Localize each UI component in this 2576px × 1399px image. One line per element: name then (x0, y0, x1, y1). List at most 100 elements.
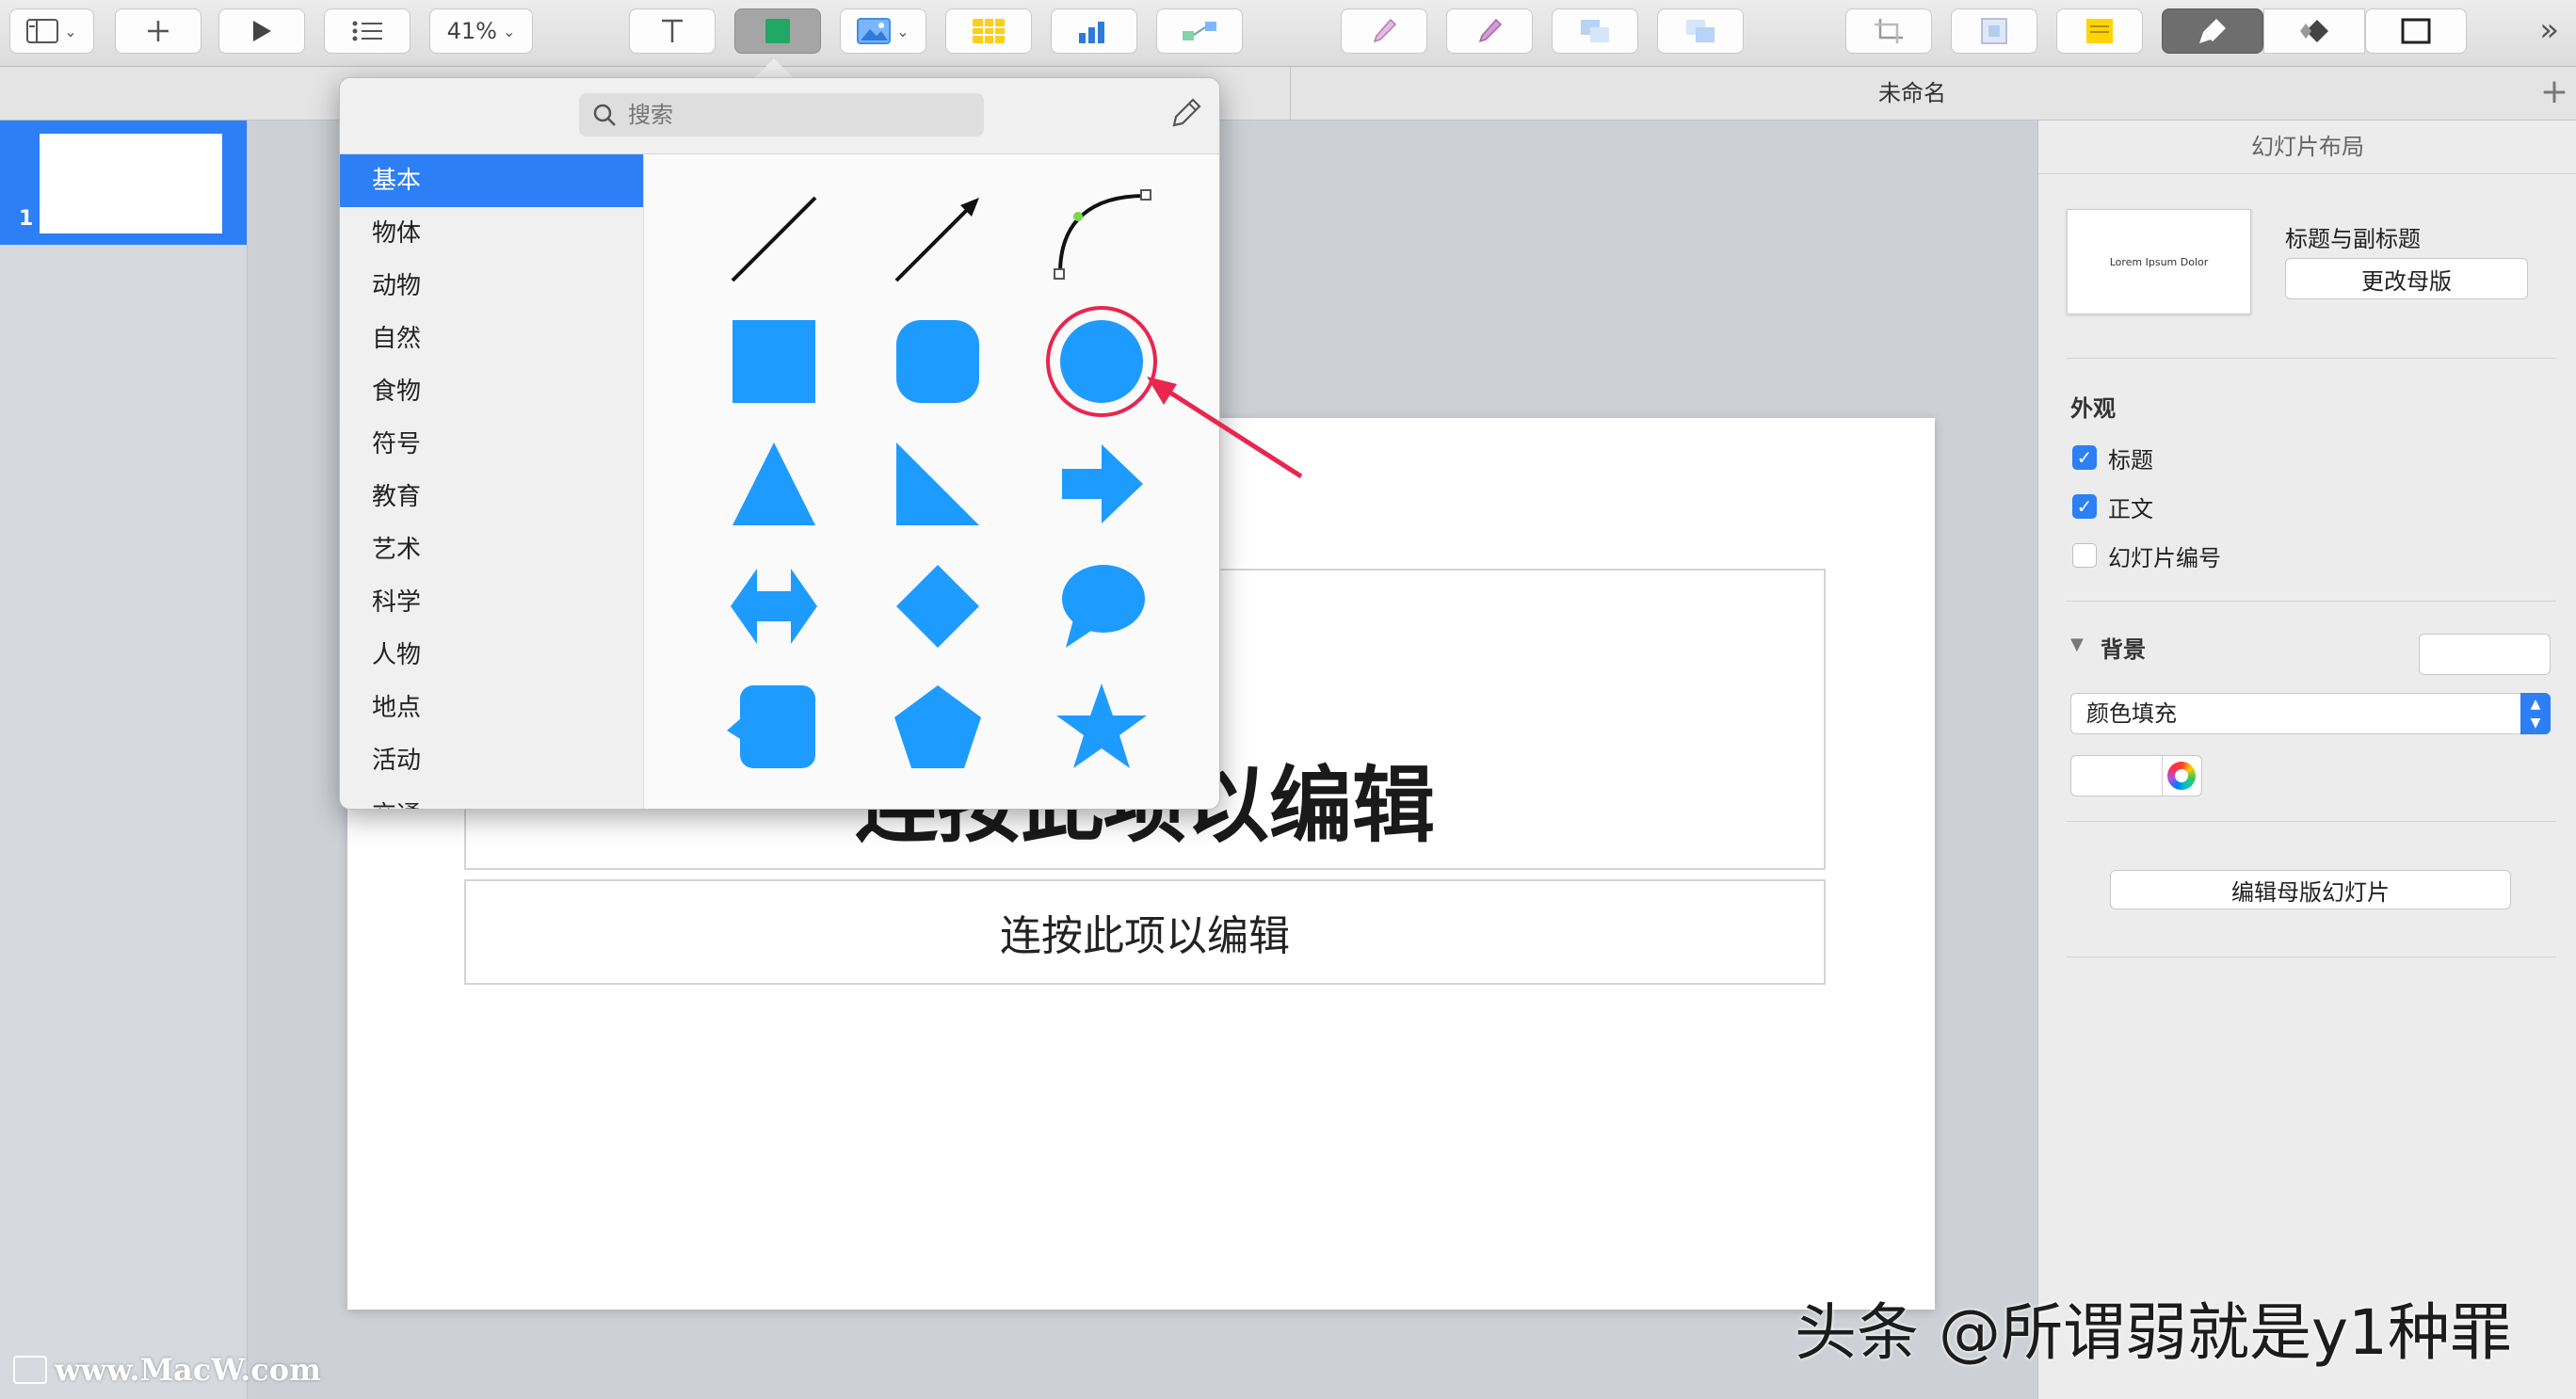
edit-master-slides-button[interactable]: 编辑母版幻灯片 (2110, 870, 2511, 909)
slide-number-checkbox[interactable]: ✓ (2072, 543, 2097, 568)
subtitle-placeholder-text: 连按此项以编辑 (1000, 912, 1290, 960)
body-checkbox-row[interactable]: ✓ 正文 (2072, 491, 2153, 523)
toolbar-overflow-icon[interactable]: » (2539, 11, 2559, 49)
shape-pentagon[interactable] (881, 672, 994, 785)
color-wheel-icon[interactable] (2167, 762, 2196, 790)
format-2-button[interactable] (1446, 8, 1533, 54)
play-button[interactable] (218, 8, 305, 54)
text-button[interactable] (629, 8, 716, 54)
shape-curve[interactable] (1045, 183, 1158, 296)
shape-speech-bubble[interactable] (1045, 550, 1158, 663)
format-1-button[interactable] (1341, 8, 1427, 54)
triangle-icon (733, 442, 815, 525)
speech-bubble-icon (1062, 565, 1145, 648)
comment-button[interactable] (2056, 8, 2143, 54)
view-menu-button[interactable]: ⌄ (9, 8, 94, 54)
zoom-select[interactable]: 41% ⌄ (429, 8, 533, 54)
crop-button[interactable] (1845, 8, 1932, 54)
media-button[interactable]: ⌄ (840, 8, 926, 54)
pen-icon (1172, 98, 1201, 127)
draw-with-pen-button[interactable] (1170, 97, 1202, 133)
right-triangle-icon (896, 442, 979, 525)
chart-button[interactable] (1051, 8, 1137, 54)
category-transportation[interactable]: 交通 (340, 787, 643, 809)
category-places[interactable]: 地点 (340, 682, 643, 734)
chevron-down-icon: ⌄ (64, 22, 77, 40)
shape-diamond[interactable] (881, 550, 994, 663)
shape-search-field[interactable] (579, 93, 984, 137)
category-food[interactable]: 食物 (340, 365, 643, 418)
fill-type-select[interactable]: 颜色填充 ▲ ▼ (2070, 693, 2551, 734)
eyedropper-icon (1373, 18, 1397, 43)
master-name: 标题与副标题 (2285, 226, 2421, 252)
send-backward-icon (1686, 20, 1715, 42)
shape-rounded-square[interactable] (881, 305, 994, 418)
crop-icon (1875, 19, 1903, 43)
table-button[interactable] (945, 8, 1032, 54)
animate-inspector-button[interactable] (2263, 8, 2365, 54)
body-checkbox[interactable]: ✓ (2072, 494, 2097, 519)
shape-button[interactable] (734, 8, 821, 54)
category-basic[interactable]: 基本 (340, 154, 643, 207)
arrow-line-icon (894, 198, 979, 282)
category-objects[interactable]: 物体 (340, 207, 643, 260)
category-nature[interactable]: 自然 (340, 313, 643, 365)
watermark-left: www.MacW.com (13, 1352, 321, 1388)
bring-forward-icon (1581, 20, 1609, 42)
category-animals[interactable]: 动物 (340, 260, 643, 313)
star-icon (1056, 683, 1147, 768)
shape-star[interactable] (1045, 672, 1158, 785)
subtitle-placeholder[interactable]: 连按此项以编辑 (464, 879, 1826, 985)
slide-number-checkbox-row[interactable]: ✓ 幻灯片编号 (2072, 540, 2221, 571)
popover-pointer (753, 58, 795, 79)
disclosure-triangle-icon[interactable]: ▼ (2070, 635, 2084, 654)
change-master-button[interactable]: 更改母版 (2285, 258, 2528, 299)
category-people[interactable]: 人物 (340, 629, 643, 682)
add-slide-button[interactable] (115, 8, 201, 54)
document-inspector-button[interactable] (2365, 8, 2467, 54)
arrange-1-button[interactable] (1552, 8, 1638, 54)
document-title: 未命名 (1290, 67, 2534, 120)
category-symbols[interactable]: 符号 (340, 418, 643, 471)
shape-search-input[interactable] (626, 101, 969, 129)
shape-arrow-line[interactable] (881, 183, 994, 296)
shape-line[interactable] (717, 183, 830, 296)
popover-header (340, 78, 1219, 154)
sidebar-icon (26, 19, 59, 43)
play-icon (253, 21, 271, 41)
chart-icon (1079, 22, 1104, 43)
category-activities[interactable]: 活动 (340, 734, 643, 787)
image-icon (857, 18, 892, 44)
rounded-square-icon (896, 320, 979, 403)
background-color-swatch[interactable] (2419, 634, 2551, 675)
category-science[interactable]: 科学 (340, 576, 643, 629)
shape-square[interactable] (717, 305, 830, 418)
shape-double-arrow[interactable] (717, 550, 830, 663)
slide-number-checkbox-label: 幻灯片编号 (2108, 544, 2221, 571)
mask-button[interactable] (1951, 8, 2037, 54)
slide-thumbnail-selected[interactable]: 1 (0, 121, 247, 245)
connection-button[interactable] (1156, 8, 1243, 54)
shape-right-triangle[interactable] (881, 427, 994, 540)
category-education[interactable]: 教育 (340, 471, 643, 523)
master-thumbnail-text: Lorem Ipsum Dolor (2109, 255, 2209, 268)
arrange-2-button[interactable] (1657, 8, 1744, 54)
title-checkbox[interactable]: ✓ (2072, 445, 2097, 470)
bullets-button[interactable] (324, 8, 411, 54)
slide-thumbnail[interactable] (40, 134, 222, 233)
color-well[interactable] (2070, 755, 2202, 796)
format-inspector-button[interactable] (2162, 8, 2263, 54)
shape-triangle[interactable] (717, 427, 830, 540)
shape-callout-square[interactable] (717, 672, 830, 785)
background-label: 背景 (2101, 636, 2146, 663)
watermark-left-text: www.MacW.com (55, 1352, 321, 1388)
style-icon (1478, 18, 1503, 43)
category-arts[interactable]: 艺术 (340, 523, 643, 576)
chevron-down-icon: ⌄ (502, 22, 516, 40)
watermark-right: 头条 @所谓弱就是y1种罪 (1795, 1296, 2513, 1369)
table-icon (973, 19, 1005, 43)
plus-icon (148, 21, 169, 41)
add-tab-icon[interactable]: + (2540, 72, 2568, 111)
title-checkbox-row[interactable]: ✓ 标题 (2072, 442, 2153, 474)
master-thumbnail[interactable]: Lorem Ipsum Dolor (2067, 209, 2251, 314)
